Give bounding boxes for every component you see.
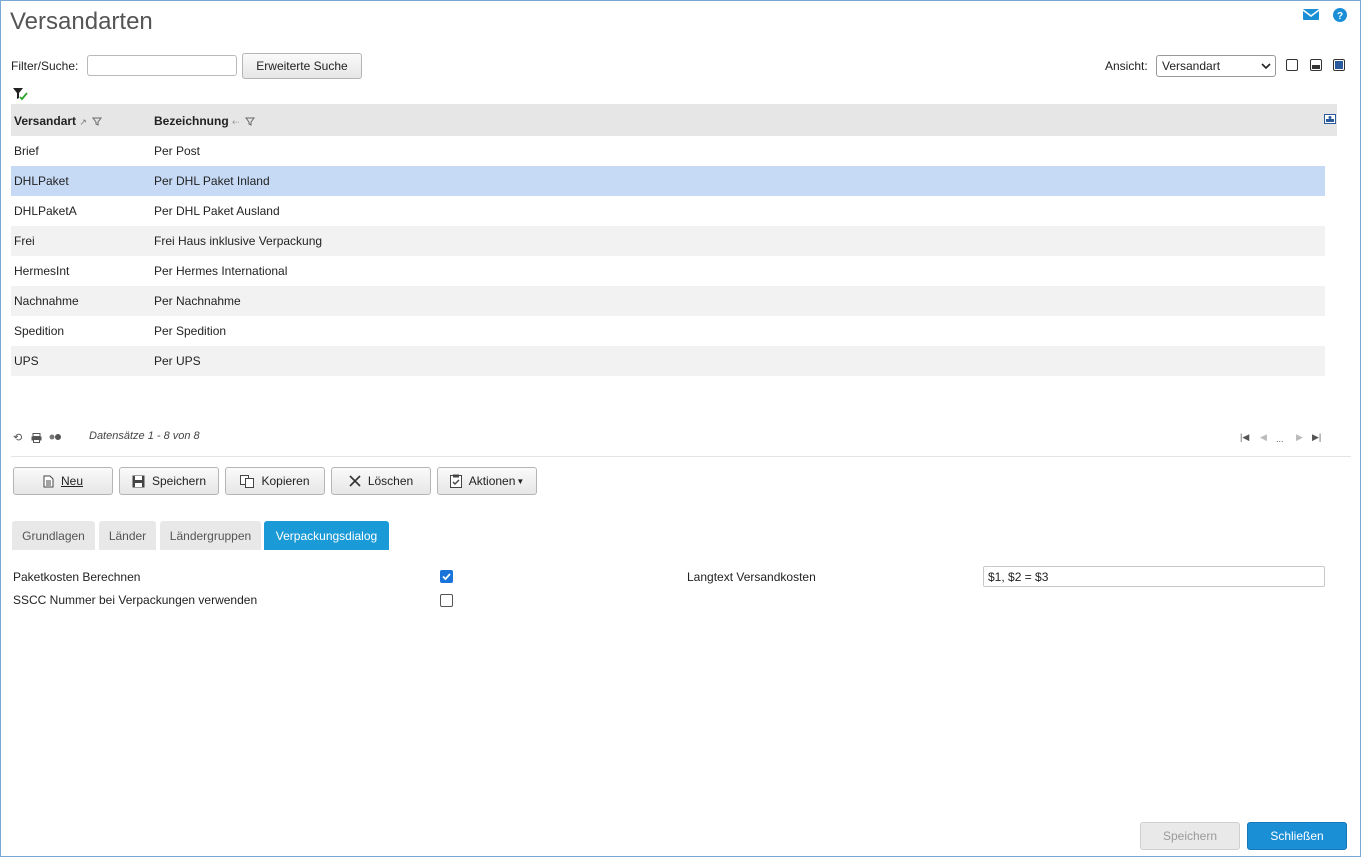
column-filter-icon[interactable] [92, 117, 103, 127]
cell-bezeichnung: Per DHL Paket Ausland [154, 204, 280, 218]
caret-down-icon: ▼ [516, 476, 525, 486]
chevron-down-icon [1261, 63, 1271, 69]
footer-save-button[interactable]: Speichern [1140, 822, 1240, 850]
column-header-label: Bezeichnung [154, 114, 229, 128]
print-icon[interactable] [31, 433, 42, 443]
view-single-button[interactable] [1286, 59, 1298, 71]
actions-menu-button[interactable]: Aktionen ▼ [437, 467, 537, 495]
tab-grundlagen[interactable]: Grundlagen [12, 521, 95, 550]
column-header-bezeichnung[interactable]: Bezeichnung ⇠ [154, 114, 255, 128]
close-icon [349, 475, 361, 487]
table-row[interactable]: DHLPaketA Per DHL Paket Ausland [11, 196, 1325, 226]
delete-button[interactable]: Löschen [331, 467, 431, 495]
divider [11, 456, 1351, 457]
table-row[interactable]: HermesInt Per Hermes International [11, 256, 1325, 286]
sort-none-icon: ⇠ [232, 117, 240, 127]
clipboard-check-icon [449, 474, 462, 488]
refresh-icon[interactable]: ⟲ [13, 431, 22, 444]
table-row[interactable]: Nachnahme Per Nachnahme [11, 286, 1325, 316]
new-button[interactable]: Neu [13, 467, 113, 495]
first-page-icon[interactable]: |◀ [1240, 432, 1249, 443]
sscc-checkbox[interactable] [440, 594, 453, 607]
floppy-icon [132, 475, 145, 487]
next-page-icon[interactable]: ▶ [1296, 432, 1303, 443]
page-title: Versandarten [10, 8, 153, 35]
cell-versandart: HermesInt [14, 264, 70, 278]
column-header-label: Versandart [14, 114, 77, 128]
copy-icon [240, 474, 255, 488]
tab-verpackungsdialog[interactable]: Verpackungsdialog [264, 521, 389, 550]
checkmark-icon [442, 573, 451, 581]
footer-close-button[interactable]: Schließen [1247, 822, 1347, 850]
actions-menu-label: Aktionen [468, 474, 516, 488]
delete-button-label: Löschen [367, 474, 414, 488]
table-row[interactable]: UPS Per UPS [11, 346, 1325, 376]
langtext-input-value: $1, $2 = $3 [988, 569, 1049, 584]
page-ellipsis: ... [1276, 434, 1284, 444]
tab-laendergruppen[interactable]: Ländergruppen [160, 521, 261, 550]
view-label: Ansicht: [1105, 59, 1148, 73]
table-row-selected[interactable]: DHLPaket Per DHL Paket Inland [11, 166, 1325, 196]
cell-versandart: Brief [14, 144, 39, 158]
cell-versandart: UPS [14, 354, 39, 368]
cell-bezeichnung: Per DHL Paket Inland [154, 174, 270, 188]
table-row[interactable]: Frei Frei Haus inklusive Verpackung [11, 226, 1325, 256]
paketkosten-label: Paketkosten Berechnen [13, 570, 141, 584]
settings-icon[interactable] [48, 433, 62, 441]
cell-bezeichnung: Per UPS [154, 354, 201, 368]
help-icon[interactable]: ? [1331, 7, 1349, 23]
cell-bezeichnung: Per Spedition [154, 324, 227, 338]
new-button-label: Neu [60, 474, 83, 488]
view-select-value: Versandart [1162, 59, 1221, 73]
prev-page-icon[interactable]: ◀ [1260, 432, 1267, 443]
svg-text:?: ? [1337, 11, 1343, 22]
sscc-label: SSCC Nummer bei Verpackungen verwenden [13, 593, 258, 607]
copy-button-label: Kopieren [261, 474, 310, 488]
table-row[interactable]: Brief Per Post [11, 136, 1325, 166]
copy-button[interactable]: Kopieren [225, 467, 325, 495]
last-page-icon[interactable]: ▶| [1312, 432, 1321, 443]
document-icon [43, 475, 54, 487]
record-count: Datensätze 1 - 8 von 8 [89, 430, 200, 442]
paketkosten-checkbox[interactable] [440, 570, 453, 583]
view-detail-button[interactable] [1333, 59, 1345, 71]
column-filter-icon[interactable] [244, 117, 255, 127]
sort-asc-icon: ↗ [79, 117, 87, 127]
cell-versandart: Spedition [14, 324, 65, 338]
cell-versandart: DHLPaketA [14, 204, 77, 218]
cell-bezeichnung: Per Post [154, 144, 201, 158]
advanced-search-button[interactable]: Erweiterte Suche [242, 53, 362, 79]
cell-bezeichnung: Frei Haus inklusive Verpackung [154, 234, 323, 248]
view-split-button[interactable] [1310, 59, 1322, 71]
save-button[interactable]: Speichern [119, 467, 219, 495]
cell-bezeichnung: Per Nachnahme [154, 294, 241, 308]
view-select[interactable]: Versandart [1156, 55, 1276, 77]
cell-bezeichnung: Per Hermes International [154, 264, 288, 278]
cell-versandart: Frei [14, 234, 35, 248]
mail-icon[interactable] [1302, 7, 1320, 23]
tab-laender[interactable]: Länder [99, 521, 156, 550]
cell-versandart: DHLPaket [14, 174, 69, 188]
column-header-versandart[interactable]: Versandart ↗ [14, 114, 103, 128]
langtext-input[interactable]: $1, $2 = $3 [983, 566, 1325, 587]
langtext-label: Langtext Versandkosten [687, 570, 816, 584]
column-chooser-icon[interactable] [1324, 114, 1336, 124]
filter-active-icon[interactable] [12, 87, 28, 101]
filter-label: Filter/Suche: [11, 59, 79, 73]
table-row[interactable]: Spedition Per Spedition [11, 316, 1325, 346]
cell-versandart: Nachnahme [14, 294, 79, 308]
save-button-label: Speichern [151, 474, 207, 488]
filter-input[interactable] [87, 55, 237, 76]
